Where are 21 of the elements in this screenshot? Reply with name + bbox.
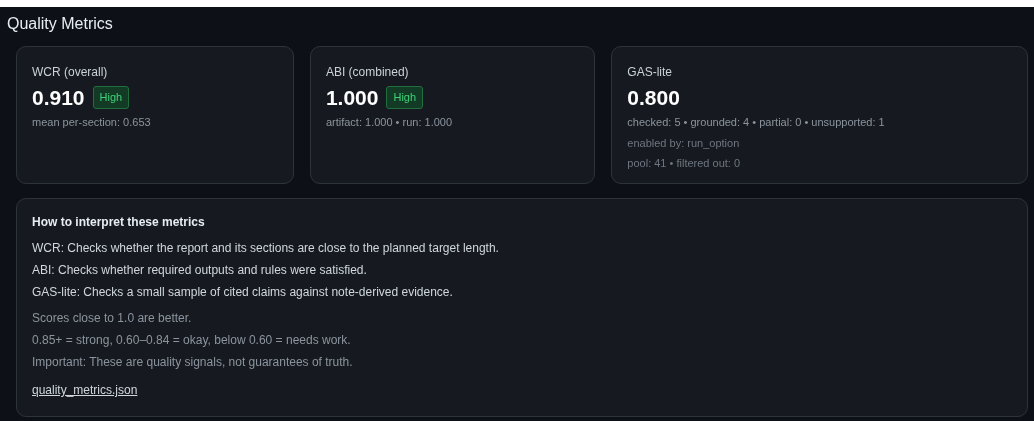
file-link[interactable]: quality_metrics.json bbox=[32, 381, 138, 399]
help-text: GAS-lite: Checks a small sample of cited claims against note-derived evidence. bbox=[32, 284, 454, 301]
help-text: WCR: Checks whether the report and its sections are close to the planned target length. bbox=[32, 240, 500, 257]
level-badge: High bbox=[92, 86, 130, 109]
help-text: Important: These are quality signals, not guarantees of truth. bbox=[32, 354, 354, 371]
level-badge: High bbox=[386, 86, 424, 109]
metric-label: WCR (overall) bbox=[32, 64, 109, 81]
metric-note: mean per-section: 0.653 bbox=[32, 115, 152, 131]
metric-label: GAS-lite bbox=[627, 64, 673, 81]
metric-note: checked: 5 • grounded: 4 • partial: 0 • unsupported: 1 bbox=[627, 115, 886, 131]
metric-value: 0.910 bbox=[32, 85, 85, 111]
metric-value: 0.800 bbox=[627, 85, 680, 111]
help-text: ABI: Checks whether required outputs and rules were satisfied. bbox=[32, 262, 368, 279]
help-text: 0.85+ = strong, 0.60–0.84 = okay, below 0.60 = needs work. bbox=[32, 332, 352, 349]
help-text: Scores close to 1.0 are better. bbox=[32, 310, 193, 327]
metric-note: pool: 41 • filtered out: 0 bbox=[627, 156, 742, 172]
metric-label: ABI (combined) bbox=[325, 64, 410, 81]
metric-note: enabled by: run_option bbox=[627, 135, 741, 151]
help-heading: How to interpret these metrics bbox=[32, 214, 206, 231]
metric-value: 1.000 bbox=[325, 85, 379, 111]
metric-note: artifact: 1.000 • run: 1.000 bbox=[325, 115, 454, 131]
